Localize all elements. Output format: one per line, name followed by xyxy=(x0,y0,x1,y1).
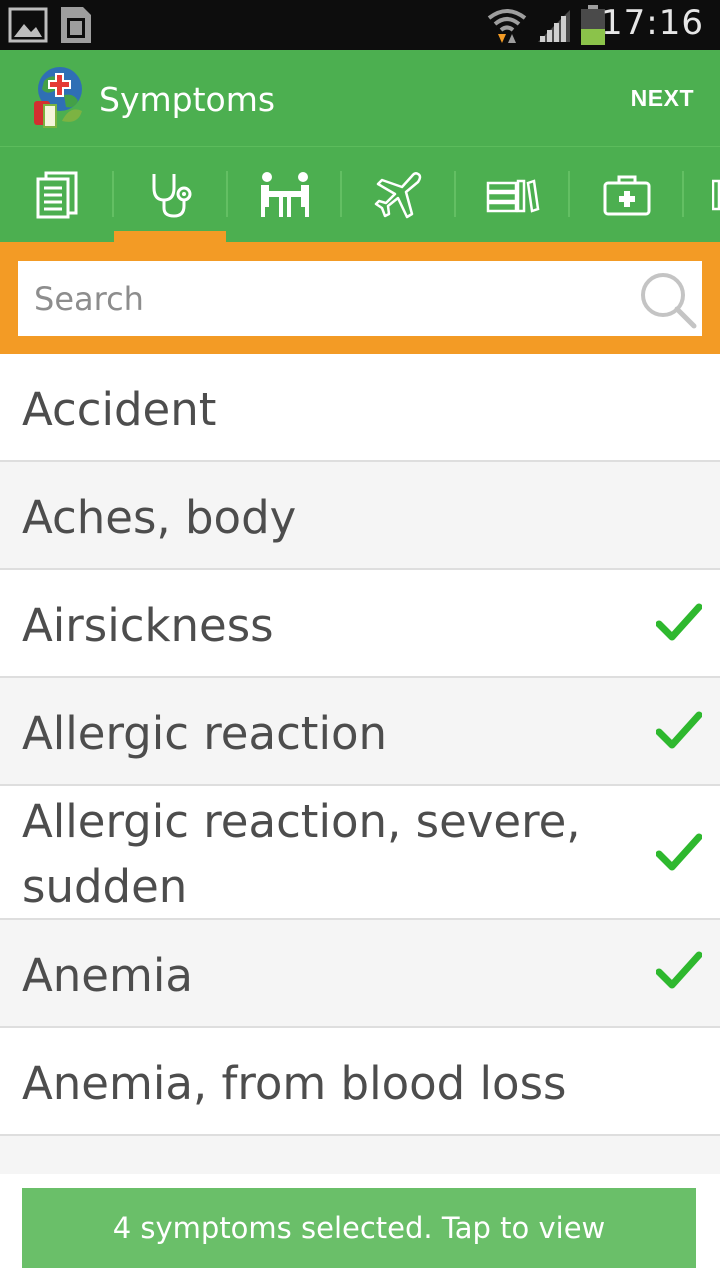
list-item[interactable]: Aches, body xyxy=(0,462,720,570)
list-item[interactable]: Allergic reaction xyxy=(0,678,720,786)
symptom-label: Anemia xyxy=(22,949,193,1002)
status-time: 17:16 xyxy=(601,3,704,43)
app-logo-globe-icon xyxy=(34,67,82,128)
partial-tab-icon xyxy=(712,179,720,211)
airplane-icon xyxy=(374,172,421,219)
symptom-label: Aches, body xyxy=(22,491,297,544)
tab-library[interactable] xyxy=(456,147,569,243)
symptom-label: Airsickness xyxy=(22,599,274,652)
tab-travel[interactable] xyxy=(342,147,455,243)
symptom-label: Accident xyxy=(22,383,217,436)
search-input[interactable] xyxy=(18,261,618,336)
list-item-partial[interactable] xyxy=(0,1136,720,1174)
search-icon[interactable] xyxy=(636,268,698,330)
list-item[interactable]: Anemia, from blood loss xyxy=(0,1028,720,1136)
document-icon xyxy=(36,171,77,219)
check-icon xyxy=(656,951,702,989)
list-item[interactable]: Accident xyxy=(0,354,720,462)
symptom-label: Allergic reaction, severe, xyxy=(22,795,581,848)
tab-documents[interactable] xyxy=(0,147,113,243)
check-icon xyxy=(656,603,702,641)
signal-icon xyxy=(538,10,570,42)
symptom-label-continued: sudden xyxy=(22,860,188,913)
next-button[interactable]: NEXT xyxy=(631,85,694,112)
wifi-icon xyxy=(487,9,527,43)
image-icon xyxy=(8,7,48,43)
tab-more-partial[interactable] xyxy=(684,147,720,243)
screen-title: Symptoms xyxy=(99,80,276,119)
list-item[interactable]: Allergic reaction, severe, sudden xyxy=(0,786,720,920)
tab-first-aid[interactable] xyxy=(570,147,683,243)
symptom-label: Anemia, from blood loss xyxy=(22,1057,567,1110)
check-icon xyxy=(656,833,702,871)
status-bar: 17:16 xyxy=(0,0,720,50)
selection-toast[interactable]: 4 symptoms selected. Tap to view xyxy=(22,1188,696,1268)
consultation-icon xyxy=(260,172,309,217)
check-icon xyxy=(656,711,702,749)
list-item[interactable]: Airsickness xyxy=(0,570,720,678)
stethoscope-icon xyxy=(152,174,191,218)
sd-card-icon xyxy=(61,7,91,43)
list-item[interactable]: Anemia xyxy=(0,920,720,1028)
tab-consultation[interactable] xyxy=(228,147,341,243)
medical-kit-icon xyxy=(603,175,650,216)
category-tab-bar xyxy=(0,146,720,243)
tab-symptoms[interactable] xyxy=(114,147,227,243)
books-icon xyxy=(486,179,539,213)
symptom-list: Accident Aches, body Airsickness Allergi… xyxy=(0,354,720,1174)
symptom-label: Allergic reaction xyxy=(22,707,388,760)
